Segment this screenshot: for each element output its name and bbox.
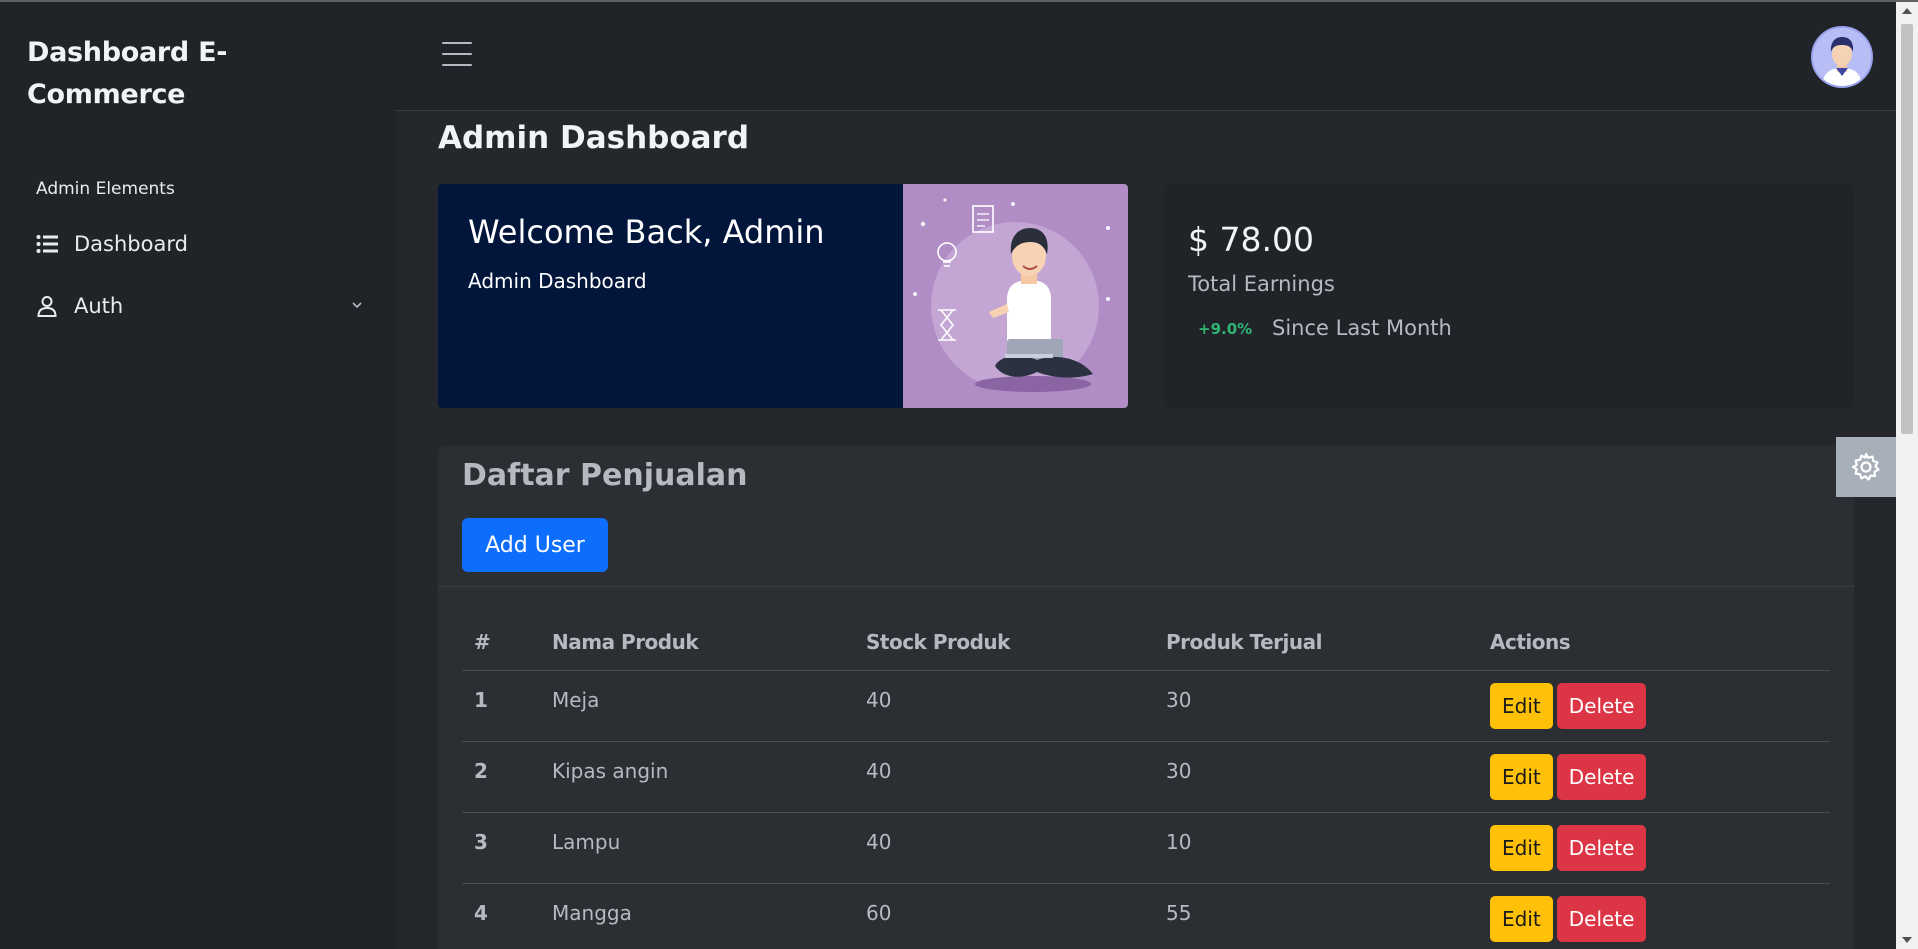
row-actions: Edit Delete [1478, 812, 1830, 884]
page-title: Admin Dashboard [438, 120, 750, 156]
row-actions: Edit Delete [1478, 670, 1830, 742]
top-navbar [396, 2, 1896, 111]
edit-button[interactable]: Edit [1490, 895, 1553, 942]
table-row: 1 Meja 40 30 Edit Delete [462, 670, 1830, 742]
product-name: Meja [540, 670, 854, 742]
sales-title: Daftar Penjualan [462, 458, 748, 493]
scroll-down-arrow-icon[interactable] [1902, 937, 1912, 943]
list-icon [36, 235, 58, 253]
row-number: 1 [462, 670, 540, 742]
sidebar-item-label: Auth [74, 294, 124, 318]
settings-gear-button[interactable] [1836, 437, 1896, 497]
add-user-button[interactable]: Add User [462, 518, 608, 572]
delete-button[interactable]: Delete [1556, 824, 1647, 871]
welcome-title: Welcome Back, Admin [468, 213, 825, 251]
welcome-subtitle: Admin Dashboard [468, 269, 647, 293]
sidebar-item-dashboard[interactable]: Dashboard [36, 224, 366, 264]
column-header-no: # [462, 614, 540, 671]
avatar[interactable] [1811, 26, 1873, 88]
edit-button[interactable]: Edit [1490, 682, 1553, 729]
scrollbar-thumb[interactable] [1901, 24, 1913, 434]
table-row: 4 Mangga 60 55 Edit Delete [462, 883, 1830, 949]
hamburger-icon[interactable] [442, 42, 472, 68]
edit-button[interactable]: Edit [1490, 824, 1553, 871]
welcome-card: Welcome Back, Admin Admin Dashboard [438, 184, 1128, 408]
product-sold: 55 [1154, 883, 1478, 949]
sales-table: # Nama Produk Stock Produk Produk Terjua… [462, 614, 1830, 949]
sales-card: Daftar Penjualan Add User # Nama Produk … [438, 446, 1854, 949]
delete-button[interactable]: Delete [1556, 895, 1647, 942]
scroll-up-arrow-icon[interactable] [1902, 8, 1912, 14]
earnings-card: $ 78.00 Total Earnings +9.0% Since Last … [1164, 184, 1854, 408]
table-row: 2 Kipas angin 40 30 Edit Delete [462, 741, 1830, 813]
divider [438, 586, 1854, 587]
chevron-down-icon [352, 302, 362, 309]
sidebar-item-label: Dashboard [74, 232, 188, 256]
table-row: 3 Lampu 40 10 Edit Delete [462, 812, 1830, 884]
column-header-name: Nama Produk [540, 614, 854, 671]
earnings-amount: $ 78.00 [1188, 220, 1314, 259]
vertical-scrollbar[interactable] [1896, 2, 1918, 949]
table-header-row: # Nama Produk Stock Produk Produk Terjua… [462, 614, 1830, 671]
row-actions: Edit Delete [1478, 741, 1830, 813]
delete-button[interactable]: Delete [1556, 682, 1647, 729]
product-stock: 40 [854, 670, 1154, 742]
row-number: 3 [462, 812, 540, 884]
earnings-change: +9.0% [1198, 320, 1253, 338]
product-sold: 30 [1154, 741, 1478, 813]
person-with-laptop-illustration [903, 184, 1128, 408]
sidebar-item-auth[interactable]: Auth [36, 286, 366, 326]
column-header-stock: Stock Produk [854, 614, 1154, 671]
user-icon [37, 296, 57, 317]
product-stock: 60 [854, 883, 1154, 949]
row-number: 4 [462, 883, 540, 949]
row-actions: Edit Delete [1478, 883, 1830, 949]
sidebar-section-label: Admin Elements [36, 179, 175, 199]
column-header-sold: Produk Terjual [1154, 614, 1478, 671]
avatar-icon [1813, 28, 1871, 86]
delete-button[interactable]: Delete [1556, 753, 1647, 800]
product-name: Lampu [540, 812, 854, 884]
product-stock: 40 [854, 812, 1154, 884]
product-stock: 40 [854, 741, 1154, 813]
edit-button[interactable]: Edit [1490, 753, 1553, 800]
product-name: Mangga [540, 883, 854, 949]
column-header-actions: Actions [1478, 614, 1830, 671]
product-sold: 30 [1154, 670, 1478, 742]
main-content: Admin Dashboard Welcome Back, Admin Admi… [396, 2, 1896, 949]
brand-title: Dashboard E-Commerce [27, 37, 228, 110]
product-sold: 10 [1154, 812, 1478, 884]
earnings-label: Total Earnings [1188, 272, 1335, 296]
row-number: 2 [462, 741, 540, 813]
earnings-since: Since Last Month [1272, 316, 1452, 340]
gear-icon [1851, 452, 1880, 481]
sidebar: Dashboard E-Commerce Admin Elements Dash… [0, 2, 396, 949]
product-name: Kipas angin [540, 741, 854, 813]
